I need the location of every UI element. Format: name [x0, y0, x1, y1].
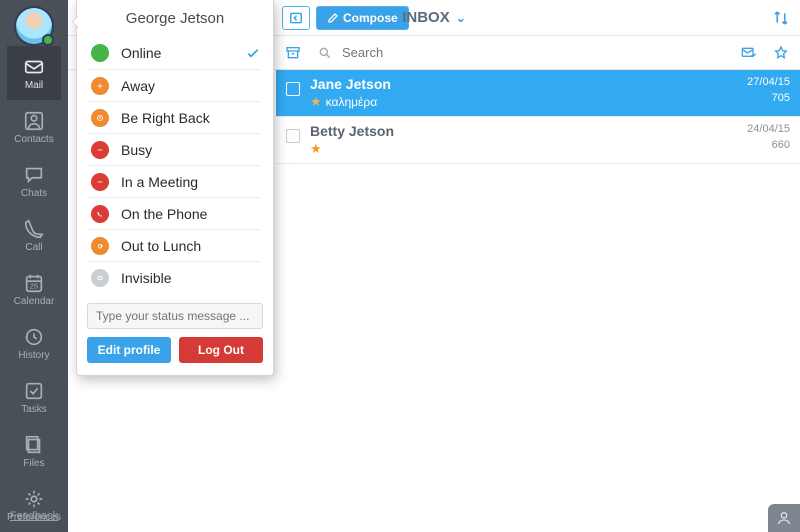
status-label: Online	[121, 45, 161, 61]
status-option-invisible[interactable]: Invisible	[89, 261, 261, 293]
message-checkbox[interactable]	[286, 129, 300, 143]
back-icon	[289, 11, 303, 25]
back-button[interactable]	[282, 6, 310, 30]
status-option-out-to-lunch[interactable]: Out to Lunch	[89, 229, 261, 261]
nav-item-calendar[interactable]: 25 Calendar	[7, 262, 61, 316]
files-icon	[23, 434, 45, 456]
message-from: Betty Jetson	[310, 123, 747, 139]
contact-icon	[23, 110, 45, 132]
nav-item-preferences[interactable]: Preferences	[7, 478, 61, 532]
status-label: Out to Lunch	[121, 238, 201, 254]
nav-label: History	[18, 350, 49, 361]
nav-label: Call	[25, 242, 42, 253]
folder-title[interactable]: INBOX ⌄	[402, 9, 466, 26]
status-list: Online Away Be Right Back Busy In a Meeting O…	[77, 37, 273, 297]
status-label: Busy	[121, 142, 152, 158]
star-icon: ★	[310, 141, 322, 157]
nav-label: Tasks	[21, 404, 47, 415]
nav-item-files[interactable]: Files	[7, 424, 61, 478]
envelope-check-icon	[740, 45, 758, 61]
star-icon	[773, 45, 789, 61]
status-dot-icon	[91, 173, 109, 191]
search-icon	[314, 46, 336, 60]
nav-sidebar: Mail Contacts Chats Call 25 Calendar History Ta…	[0, 0, 68, 532]
status-dot-icon	[91, 141, 109, 159]
compose-button[interactable]: Compose	[316, 6, 409, 30]
status-message-input[interactable]	[87, 303, 263, 329]
status-label: Be Right Back	[121, 110, 210, 126]
avatar-button[interactable]	[0, 0, 68, 46]
mark-read-button[interactable]	[738, 45, 760, 61]
status-option-on-the-phone[interactable]: On the Phone	[89, 197, 261, 229]
presence-dot-icon	[42, 34, 54, 46]
sort-button[interactable]	[772, 9, 792, 27]
status-dot-icon	[91, 44, 109, 62]
nav-item-tasks[interactable]: Tasks	[7, 370, 61, 424]
message-date: 27/04/15	[747, 76, 790, 88]
folder-title-text: INBOX	[402, 9, 450, 26]
nav-label: Calendar	[14, 296, 55, 307]
contacts-panel-toggle[interactable]	[768, 504, 800, 532]
profile-username: George Jetson	[77, 0, 273, 37]
star-icon: ★	[310, 94, 322, 110]
message-from: Jane Jetson	[310, 76, 747, 92]
nav-label: Files	[23, 458, 44, 469]
compose-label: Compose	[343, 11, 398, 25]
feedback-link[interactable]: Feedback	[0, 510, 68, 522]
status-label: In a Meeting	[121, 174, 198, 190]
status-option-away[interactable]: Away	[89, 69, 261, 101]
history-icon	[23, 326, 45, 348]
archive-button[interactable]	[282, 45, 304, 61]
status-label: On the Phone	[121, 206, 207, 222]
nav-item-history[interactable]: History	[7, 316, 61, 370]
message-subject: καλημέρα	[326, 95, 378, 109]
status-dot-icon	[91, 237, 109, 255]
message-row[interactable]: Jane Jetson ★ καλημέρα 27/04/15 705	[276, 70, 800, 117]
sort-icon	[772, 9, 790, 27]
status-option-in-a-meeting[interactable]: In a Meeting	[89, 165, 261, 197]
nav-item-mail[interactable]: Mail	[7, 46, 61, 100]
profile-popover: George Jetson Online Away Be Right Back Bus…	[76, 0, 274, 376]
check-icon	[245, 45, 261, 61]
status-dot-icon	[91, 109, 109, 127]
nav-label: Contacts	[14, 134, 53, 145]
phone-icon	[23, 218, 45, 240]
calendar-icon: 25	[23, 272, 45, 294]
nav-item-chats[interactable]: Chats	[7, 154, 61, 208]
status-dot-icon	[91, 77, 109, 95]
status-option-online[interactable]: Online	[89, 37, 261, 69]
gear-icon	[23, 488, 45, 510]
message-row[interactable]: Betty Jetson ★ 24/04/15 660	[276, 117, 800, 164]
search-input[interactable]	[342, 36, 732, 69]
status-label: Away	[121, 78, 155, 94]
message-date: 24/04/15	[747, 123, 790, 135]
chat-icon	[23, 164, 45, 186]
tasks-icon	[23, 380, 45, 402]
message-number: 705	[747, 92, 790, 104]
status-dot-icon	[91, 205, 109, 223]
nav-label: Mail	[25, 80, 43, 91]
mail-icon	[23, 56, 45, 78]
nav-item-call[interactable]: Call	[7, 208, 61, 262]
message-checkbox[interactable]	[286, 82, 300, 96]
message-number: 660	[747, 139, 790, 151]
archive-icon	[285, 45, 301, 61]
person-icon	[776, 510, 792, 526]
log-out-button[interactable]: Log Out	[179, 337, 263, 363]
edit-profile-button[interactable]: Edit profile	[87, 337, 171, 363]
status-option-busy[interactable]: Busy	[89, 133, 261, 165]
svg-text:25: 25	[30, 281, 38, 290]
chevron-down-icon: ⌄	[456, 11, 466, 25]
status-label: Invisible	[121, 270, 172, 286]
nav-item-contacts[interactable]: Contacts	[7, 100, 61, 154]
status-dot-icon	[91, 269, 109, 287]
star-filter-button[interactable]	[770, 45, 792, 61]
compose-icon	[327, 12, 339, 24]
status-option-be-right-back[interactable]: Be Right Back	[89, 101, 261, 133]
avatar-image	[16, 8, 52, 44]
nav-label: Chats	[21, 188, 47, 199]
